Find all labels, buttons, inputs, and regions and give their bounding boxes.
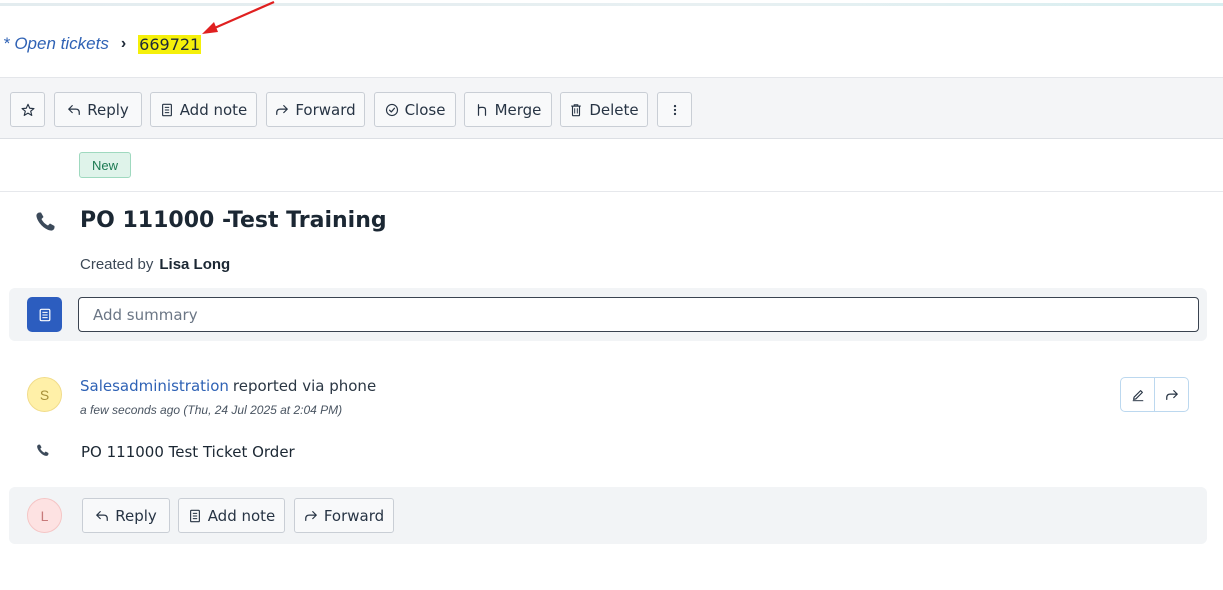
more-vertical-icon: [673, 104, 676, 115]
ticket-toolbar: Reply Add note Forward Close Merge Delet…: [0, 77, 1223, 139]
reply-label: Reply: [87, 100, 129, 119]
pencil-icon: [1132, 389, 1143, 401]
created-by: Created by Lisa Long: [80, 256, 230, 273]
summary-input[interactable]: [78, 297, 1199, 332]
article-timestamp: a few seconds ago (Thu, 24 Jul 2025 at 2…: [80, 403, 343, 417]
forward-label: Forward: [295, 100, 356, 119]
annotation-arrow-icon: [202, 0, 275, 34]
delete-button[interactable]: Delete: [560, 92, 648, 127]
merge-button[interactable]: Merge: [464, 92, 552, 127]
check-circle-icon: [385, 103, 398, 116]
add-note-button[interactable]: Add note: [178, 498, 285, 533]
document-icon: [39, 308, 50, 321]
trash-icon: [571, 103, 582, 116]
created-by-label: Created by: [80, 256, 154, 273]
forward-label: Forward: [323, 506, 385, 525]
star-button[interactable]: [10, 92, 45, 127]
close-label: Close: [404, 100, 446, 119]
reply-icon: [96, 510, 109, 521]
forward-icon: [304, 510, 317, 521]
forward-button[interactable]: Forward: [266, 92, 365, 127]
created-by-name: Lisa Long: [159, 256, 231, 273]
author-link[interactable]: Salesadministration: [80, 377, 229, 395]
ticket-number: 669721: [138, 34, 202, 54]
top-accent-line: [0, 3, 1223, 6]
reply-button[interactable]: Reply: [82, 498, 170, 533]
phone-icon: [37, 444, 49, 456]
forward-article-button[interactable]: [1154, 378, 1188, 411]
more-actions-button[interactable]: [657, 92, 692, 127]
reply-button[interactable]: Reply: [54, 92, 142, 127]
article-header: Salesadministration reported via phone: [80, 377, 376, 395]
add-note-button[interactable]: Add note: [150, 92, 257, 127]
close-button[interactable]: Close: [374, 92, 456, 127]
edit-article-button[interactable]: [1121, 378, 1154, 411]
forward-button[interactable]: Forward: [294, 498, 394, 533]
current-user-avatar[interactable]: L: [27, 498, 62, 533]
article-actions: [1120, 377, 1189, 412]
add-note-label: Add note: [179, 100, 248, 119]
reply-label: Reply: [115, 506, 157, 525]
merge-icon: [477, 103, 486, 116]
reply-icon: [68, 104, 81, 115]
channel-text: reported via phone: [232, 377, 377, 395]
breadcrumb-separator: ›: [120, 35, 127, 52]
forward-icon: [276, 104, 289, 115]
summary-button[interactable]: [27, 297, 62, 332]
star-icon: [20, 103, 35, 116]
note-icon: [161, 103, 172, 116]
avatar[interactable]: S: [27, 377, 62, 412]
status-badge: New: [79, 152, 131, 178]
ticket-title: PO 111000 -Test Training: [80, 208, 387, 233]
forward-icon: [1165, 389, 1178, 400]
phone-icon: [36, 212, 55, 231]
delete-label: Delete: [589, 100, 639, 119]
breadcrumb: * Open tickets › 669721: [3, 30, 202, 58]
note-icon: [189, 509, 200, 522]
breadcrumb-open-tickets-link[interactable]: * Open tickets: [3, 34, 109, 54]
article-body: PO 111000 Test Ticket Order: [81, 443, 295, 461]
merge-label: Merge: [494, 100, 542, 119]
add-note-label: Add note: [207, 506, 276, 525]
header-divider: [0, 191, 1223, 192]
